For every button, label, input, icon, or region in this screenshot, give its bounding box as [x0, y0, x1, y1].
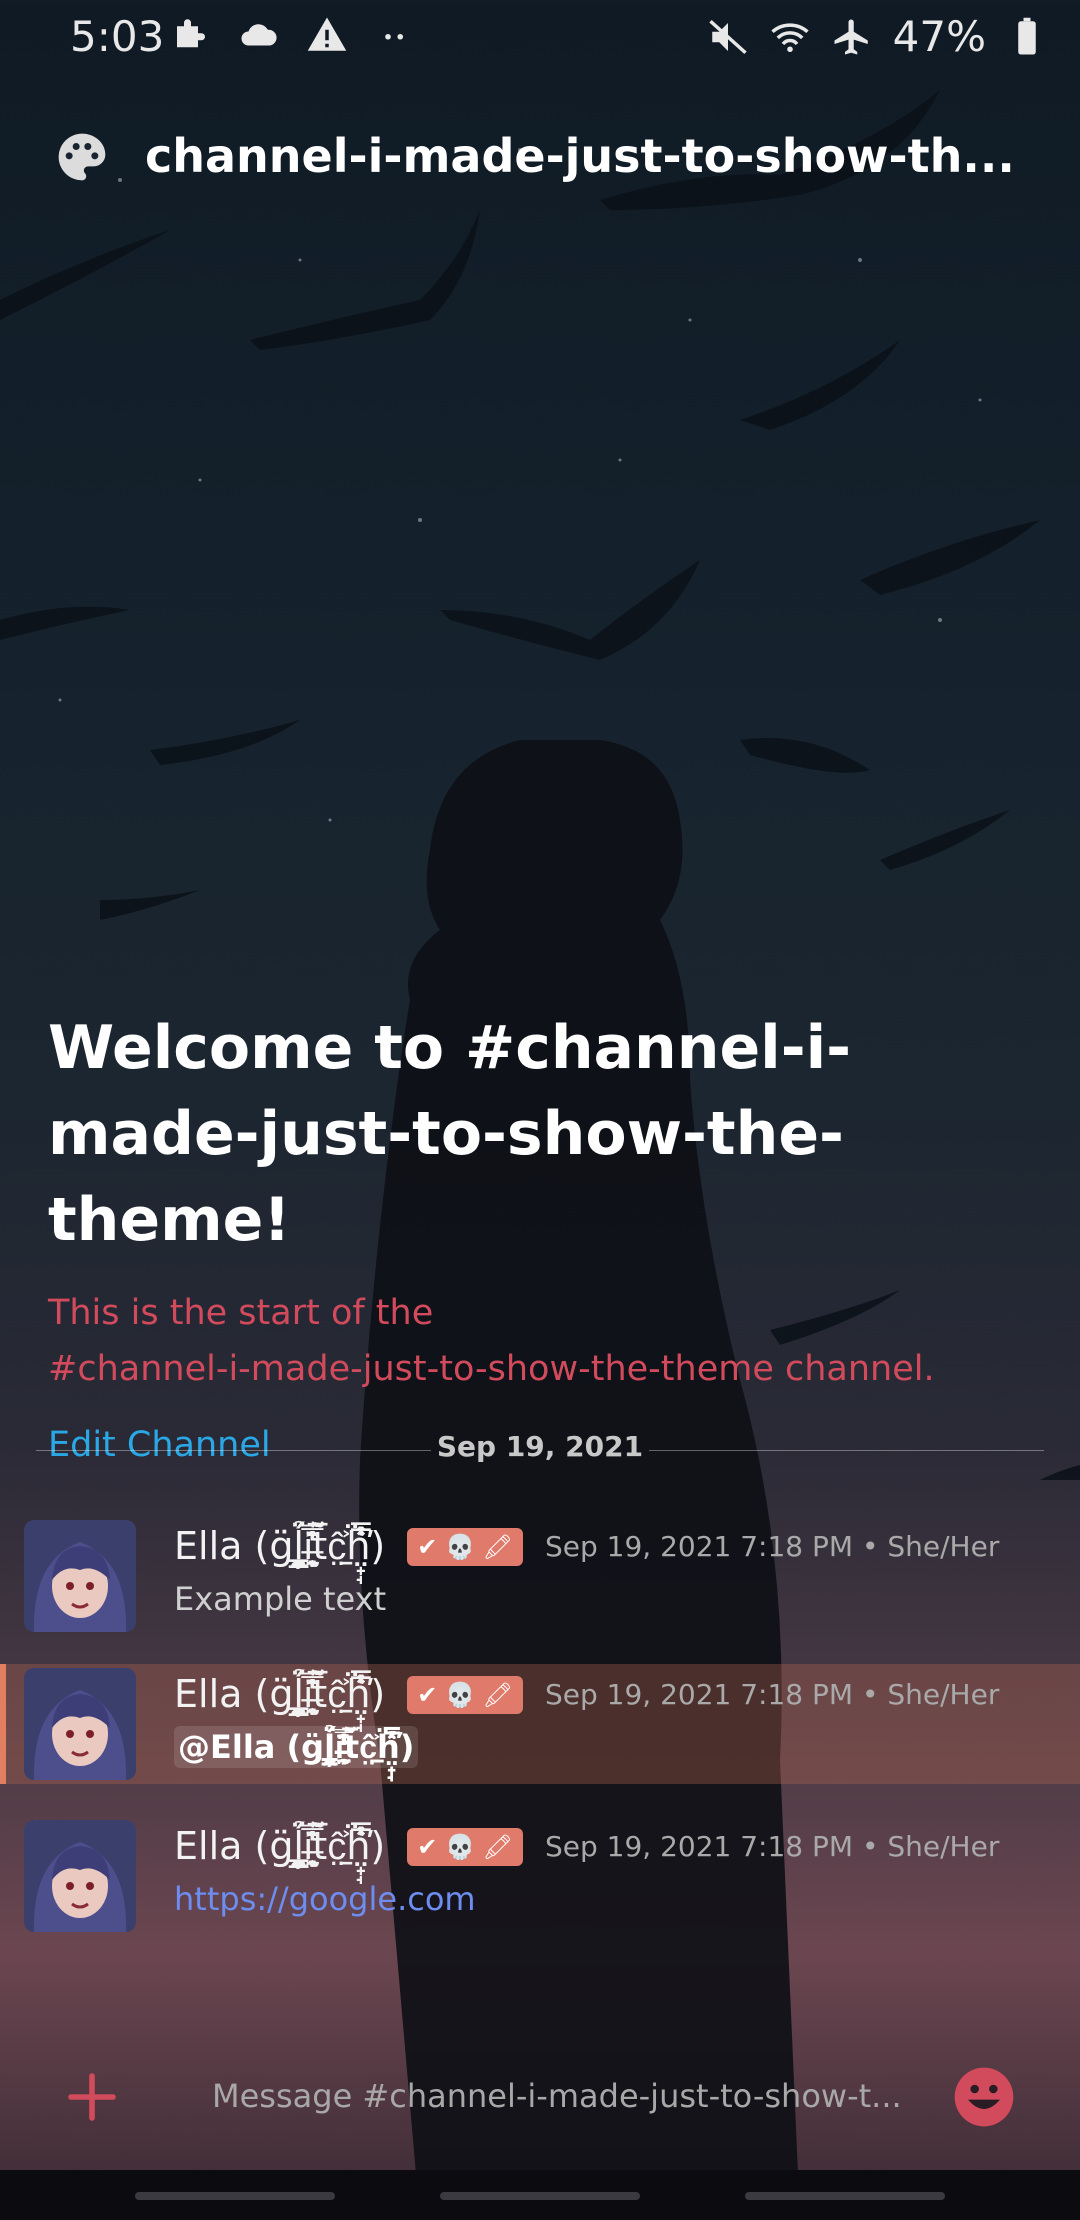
- avatar-image: [24, 1820, 136, 1932]
- airplane-icon: [834, 19, 868, 54]
- role-badge[interactable]: ✔ 💀 🖍: [407, 1675, 523, 1714]
- message-body: Example text: [174, 1580, 387, 1618]
- battery-icon: [1018, 17, 1036, 54]
- user-mention[interactable]: @Ella (g̈l̗̙̰̳̺̻̼̜̉̈́i̶͙̞̠̩̰̿̓̂̒̄t̃͂̅̆̇ĉ…: [174, 1726, 419, 1768]
- message-input[interactable]: [210, 2065, 924, 2127]
- role-badge[interactable]: ✔ 💀 🖍: [407, 1827, 523, 1866]
- message-input-bar: [0, 2045, 1080, 2145]
- message-item-mentioned[interactable]: Ella (g̈l̗̙̰̳̺̻̼̜̉̈́i̶͙̞̠̩̰̿̓̂̒̄t̃͂̅̆̇ĉ̤…: [0, 1664, 1080, 1784]
- message-timestamp: Sep 19, 2021 7:18 PM • She/Her: [544, 1830, 1000, 1863]
- welcome-subtitle-line2: #channel-i-made-just-to-show-the-theme c…: [48, 1349, 935, 1389]
- author-name[interactable]: Ella (g̈l̗̙̰̳̺̻̼̜̉̈́i̶͙̞̠̩̰̿̓̂̒̄t̃͂̅̆̇ĉ̤…: [174, 1672, 385, 1717]
- status-bar: 5:03 47%: [0, 0, 1080, 72]
- message-header: Ella (g̈l̗̙̰̳̺̻̼̜̉̈́i̶͙̞̠̩̰̿̓̂̒̄t̃͂̅̆̇ĉ̤…: [174, 1824, 999, 1869]
- nav-home[interactable]: [440, 2192, 640, 2200]
- welcome-title: Welcome to #channel-i-made-just-to-show-…: [48, 1013, 852, 1255]
- role-badge[interactable]: ✔ 💀 🖍: [407, 1527, 523, 1566]
- more-dots-icon: [385, 33, 404, 40]
- message-link[interactable]: https://google.com: [174, 1880, 476, 1918]
- avatar-image: [24, 1520, 136, 1632]
- battery-percent: 47%: [892, 12, 986, 61]
- cloud-icon: [241, 24, 277, 46]
- message-body: https://google.com: [174, 1880, 476, 1918]
- author-name[interactable]: Ella (g̈l̗̙̰̳̺̻̼̜̉̈́i̶͙̞̠̩̰̿̓̂̒̄t̃͂̅̆̇ĉ̤…: [174, 1524, 385, 1569]
- message-item[interactable]: Ella (g̈l̗̙̰̳̺̻̼̜̉̈́i̶͙̞̠̩̰̿̓̂̒̄t̃͂̅̆̇ĉ̤…: [0, 1510, 1080, 1660]
- status-right: 47%: [707, 12, 1048, 61]
- wifi-icon: [770, 22, 809, 52]
- plus-icon[interactable]: [64, 2069, 120, 2125]
- date-divider: Sep 19, 2021: [36, 1430, 1044, 1470]
- message-timestamp: Sep 19, 2021 7:18 PM • She/Her: [544, 1678, 1000, 1711]
- avatar[interactable]: [24, 1668, 136, 1780]
- nav-recents[interactable]: [135, 2192, 335, 2200]
- welcome-subtitle: This is the start of the #channel-i-made…: [48, 1285, 1038, 1397]
- status-time: 5:03: [70, 12, 165, 61]
- avatar[interactable]: [24, 1820, 136, 1932]
- welcome-subtitle-line1: This is the start of the: [48, 1293, 434, 1333]
- message-body: @Ella (g̈l̗̙̰̳̺̻̼̜̉̈́i̶͙̞̠̩̰̿̓̂̒̄t̃͂̅̆̇ĉ…: [174, 1726, 419, 1768]
- puzzle-icon: [177, 19, 205, 48]
- author-name[interactable]: Ella (g̈l̗̙̰̳̺̻̼̜̉̈́i̶͙̞̠̩̰̿̓̂̒̄t̃͂̅̆̇ĉ̤…: [174, 1824, 385, 1869]
- mute-icon: [708, 19, 747, 54]
- divider-date: Sep 19, 2021: [436, 1430, 644, 1463]
- divider-line-right: [649, 1450, 1044, 1451]
- emoji-icon[interactable]: [952, 2065, 1016, 2129]
- nav-back[interactable]: [745, 2192, 945, 2200]
- channel-header: channel-i-made-just-to-show-th...: [0, 115, 1080, 201]
- palette-icon[interactable]: [54, 129, 110, 185]
- system-nav-bar: [0, 2170, 1080, 2220]
- avatar[interactable]: [24, 1520, 136, 1632]
- channel-welcome: Welcome to #channel-i-made-just-to-show-…: [48, 1005, 1038, 1465]
- message-timestamp: Sep 19, 2021 7:18 PM • She/Her: [544, 1530, 1000, 1563]
- warning-icon: [307, 17, 347, 51]
- channel-title[interactable]: channel-i-made-just-to-show-th...: [145, 129, 1055, 183]
- message-header: Ella (g̈l̗̙̰̳̺̻̼̜̉̈́i̶͙̞̠̩̰̿̓̂̒̄t̃͂̅̆̇ĉ̤…: [174, 1524, 999, 1569]
- message-item[interactable]: Ella (g̈l̗̙̰̳̺̻̼̜̉̈́i̶͙̞̠̩̰̿̓̂̒̄t̃͂̅̆̇ĉ̤…: [0, 1810, 1080, 1960]
- avatar-image: [24, 1668, 136, 1780]
- status-left-icons: [170, 14, 416, 56]
- message-header: Ella (g̈l̗̙̰̳̺̻̼̜̉̈́i̶͙̞̠̩̰̿̓̂̒̄t̃͂̅̆̇ĉ̤…: [174, 1672, 999, 1717]
